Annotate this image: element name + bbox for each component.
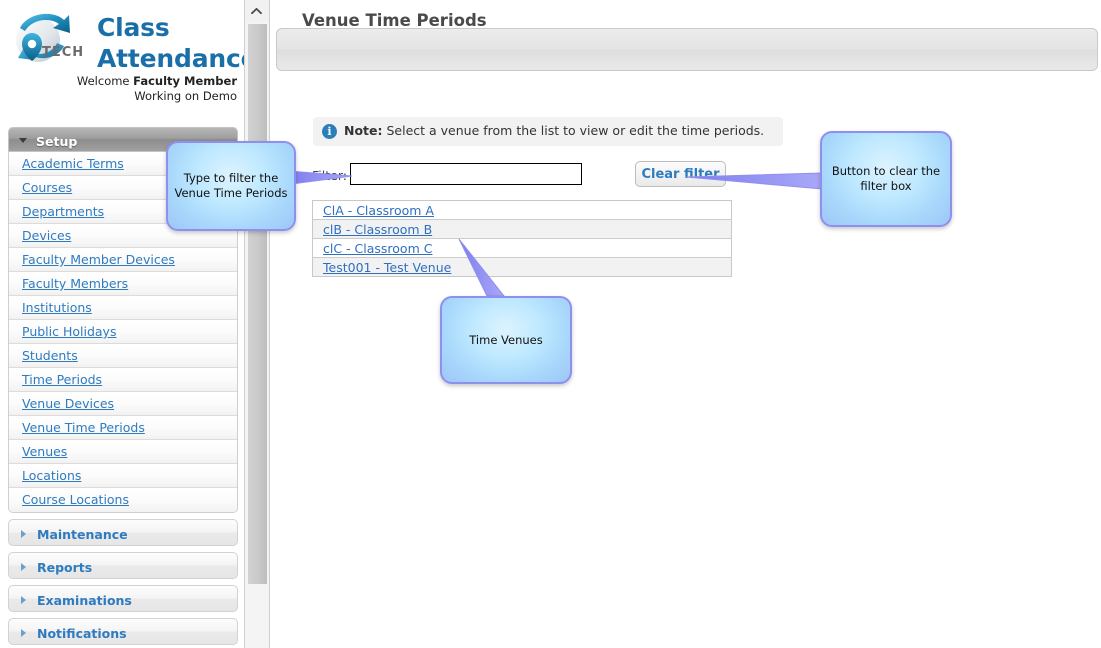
- sidebar-item-time-periods[interactable]: Time Periods: [9, 368, 237, 392]
- venue-link[interactable]: clB - Classroom B: [323, 222, 432, 237]
- sidebar-item-label[interactable]: Courses: [22, 180, 72, 195]
- sidebar-item-label[interactable]: Departments: [22, 204, 104, 219]
- sidebar-item-faculty-member-devices[interactable]: Faculty Member Devices: [9, 248, 237, 272]
- chevron-up-icon: [251, 8, 262, 14]
- welcome-line: Welcome Faculty Member: [1, 74, 237, 89]
- page-scrollbar[interactable]: [244, 0, 270, 648]
- sidebar-item-label[interactable]: Public Holidays: [22, 324, 116, 339]
- triangle-right-icon: [21, 595, 26, 604]
- welcome-block: Welcome Faculty Member Working on Demo: [1, 74, 237, 104]
- sidebar-item-venue-devices[interactable]: Venue Devices: [9, 392, 237, 416]
- callout-clear-button: Button to clear the filter box: [820, 131, 952, 227]
- sidebar-item-label[interactable]: Institutions: [22, 300, 92, 315]
- iptech-globe-logo-icon: TECH: [16, 13, 84, 62]
- sidebar-item-label[interactable]: Locations: [22, 468, 81, 483]
- venue-link[interactable]: clC - Classroom C: [323, 241, 432, 256]
- triangle-right-icon: [21, 628, 26, 637]
- brand-header: TECH Class Attendance Welcome Faculty Me…: [0, 0, 244, 118]
- sidebar-section-examinations-header[interactable]: Examinations: [8, 585, 238, 612]
- filter-input[interactable]: [350, 163, 582, 185]
- sidebar-item-label[interactable]: Faculty Members: [22, 276, 128, 291]
- note-body: Select a venue from the list to view or …: [382, 123, 765, 138]
- venue-cell[interactable]: Test001 - Test Venue: [312, 257, 732, 277]
- scrollbar-track[interactable]: [248, 584, 267, 648]
- sidebar-section-reports-label: Reports: [37, 560, 93, 575]
- sidebar-item-label[interactable]: Faculty Member Devices: [22, 252, 175, 267]
- table-row[interactable]: clB - Classroom B: [312, 219, 732, 239]
- sidebar-item-label[interactable]: Students: [22, 348, 78, 363]
- sidebar-item-label[interactable]: Venues: [22, 444, 67, 459]
- sidebar-item-label[interactable]: Time Periods: [22, 372, 102, 387]
- venue-link[interactable]: Test001 - Test Venue: [323, 260, 451, 275]
- sidebar-section-notifications-header[interactable]: Notifications: [8, 618, 238, 645]
- callout-venue-list: Time Venues: [440, 296, 572, 384]
- sidebar-item-institutions[interactable]: Institutions: [9, 296, 237, 320]
- sidebar-item-locations[interactable]: Locations: [9, 464, 237, 488]
- main-content: Venue Time Periods i Note: Select a venu…: [271, 0, 1101, 648]
- sidebar-item-label[interactable]: Course Locations: [22, 492, 129, 507]
- sidebar-item-label[interactable]: Venue Devices: [22, 396, 114, 411]
- triangle-right-icon: [21, 562, 26, 571]
- callout-filter-box: Type to filter the Venue Time Periods: [166, 141, 296, 231]
- note-bar: i Note: Select a venue from the list to …: [313, 117, 783, 146]
- filter-label: Filter:: [312, 168, 347, 183]
- venue-list-table: ClA - Classroom A clB - Classroom B clC …: [312, 200, 732, 277]
- sidebar-section-setup-label: Setup: [36, 134, 78, 149]
- sidebar-item-venues[interactable]: Venues: [9, 440, 237, 464]
- app-title: Class Attendance: [97, 12, 244, 74]
- svg-text:TECH: TECH: [42, 45, 84, 60]
- sidebar-item-venue-time-periods[interactable]: Venue Time Periods: [9, 416, 237, 440]
- sidebar-section-notifications-label: Notifications: [37, 626, 127, 641]
- sidebar-item-public-holidays[interactable]: Public Holidays: [9, 320, 237, 344]
- sidebar-section-maintenance-header[interactable]: Maintenance: [8, 519, 238, 546]
- sidebar-item-label[interactable]: Academic Terms: [22, 156, 124, 171]
- triangle-right-icon: [21, 529, 26, 538]
- venue-link[interactable]: ClA - Classroom A: [323, 203, 434, 218]
- sidebar-item-course-locations[interactable]: Course Locations: [9, 488, 237, 512]
- welcome-prefix: Welcome: [76, 74, 134, 88]
- page-header-bar: [276, 28, 1098, 71]
- sidebar-item-label[interactable]: Devices: [22, 228, 71, 243]
- table-row[interactable]: clC - Classroom C: [312, 238, 732, 258]
- welcome-user: Faculty Member: [133, 74, 237, 88]
- working-on-line: Working on Demo: [134, 89, 237, 103]
- table-row[interactable]: ClA - Classroom A: [312, 200, 732, 220]
- app-title-line2: Attendance: [97, 44, 244, 73]
- table-row[interactable]: Test001 - Test Venue: [312, 257, 732, 277]
- venue-cell[interactable]: ClA - Classroom A: [312, 200, 732, 220]
- page-title: Venue Time Periods: [302, 11, 487, 30]
- scrollbar-thumb[interactable]: [248, 24, 267, 584]
- info-icon: i: [322, 124, 337, 139]
- venue-cell[interactable]: clC - Classroom C: [312, 238, 732, 258]
- venue-cell[interactable]: clB - Classroom B: [312, 219, 732, 239]
- sidebar-section-maintenance-label: Maintenance: [37, 527, 128, 542]
- sidebar-section-examinations-label: Examinations: [37, 593, 132, 608]
- scrollbar-up-button[interactable]: [245, 0, 269, 22]
- app-title-line1: Class: [97, 13, 170, 42]
- note-bold-prefix: Note:: [344, 123, 383, 138]
- sidebar-section-reports-header[interactable]: Reports: [8, 552, 238, 579]
- triangle-down-icon: [19, 138, 27, 143]
- sidebar-item-label[interactable]: Venue Time Periods: [22, 420, 145, 435]
- left-sidebar: TECH Class Attendance Welcome Faculty Me…: [0, 0, 244, 648]
- sidebar-item-students[interactable]: Students: [9, 344, 237, 368]
- note-text: Note: Select a venue from the list to vi…: [344, 123, 764, 138]
- sidebar-item-faculty-members[interactable]: Faculty Members: [9, 272, 237, 296]
- clear-filter-button[interactable]: Clear filter: [635, 161, 726, 187]
